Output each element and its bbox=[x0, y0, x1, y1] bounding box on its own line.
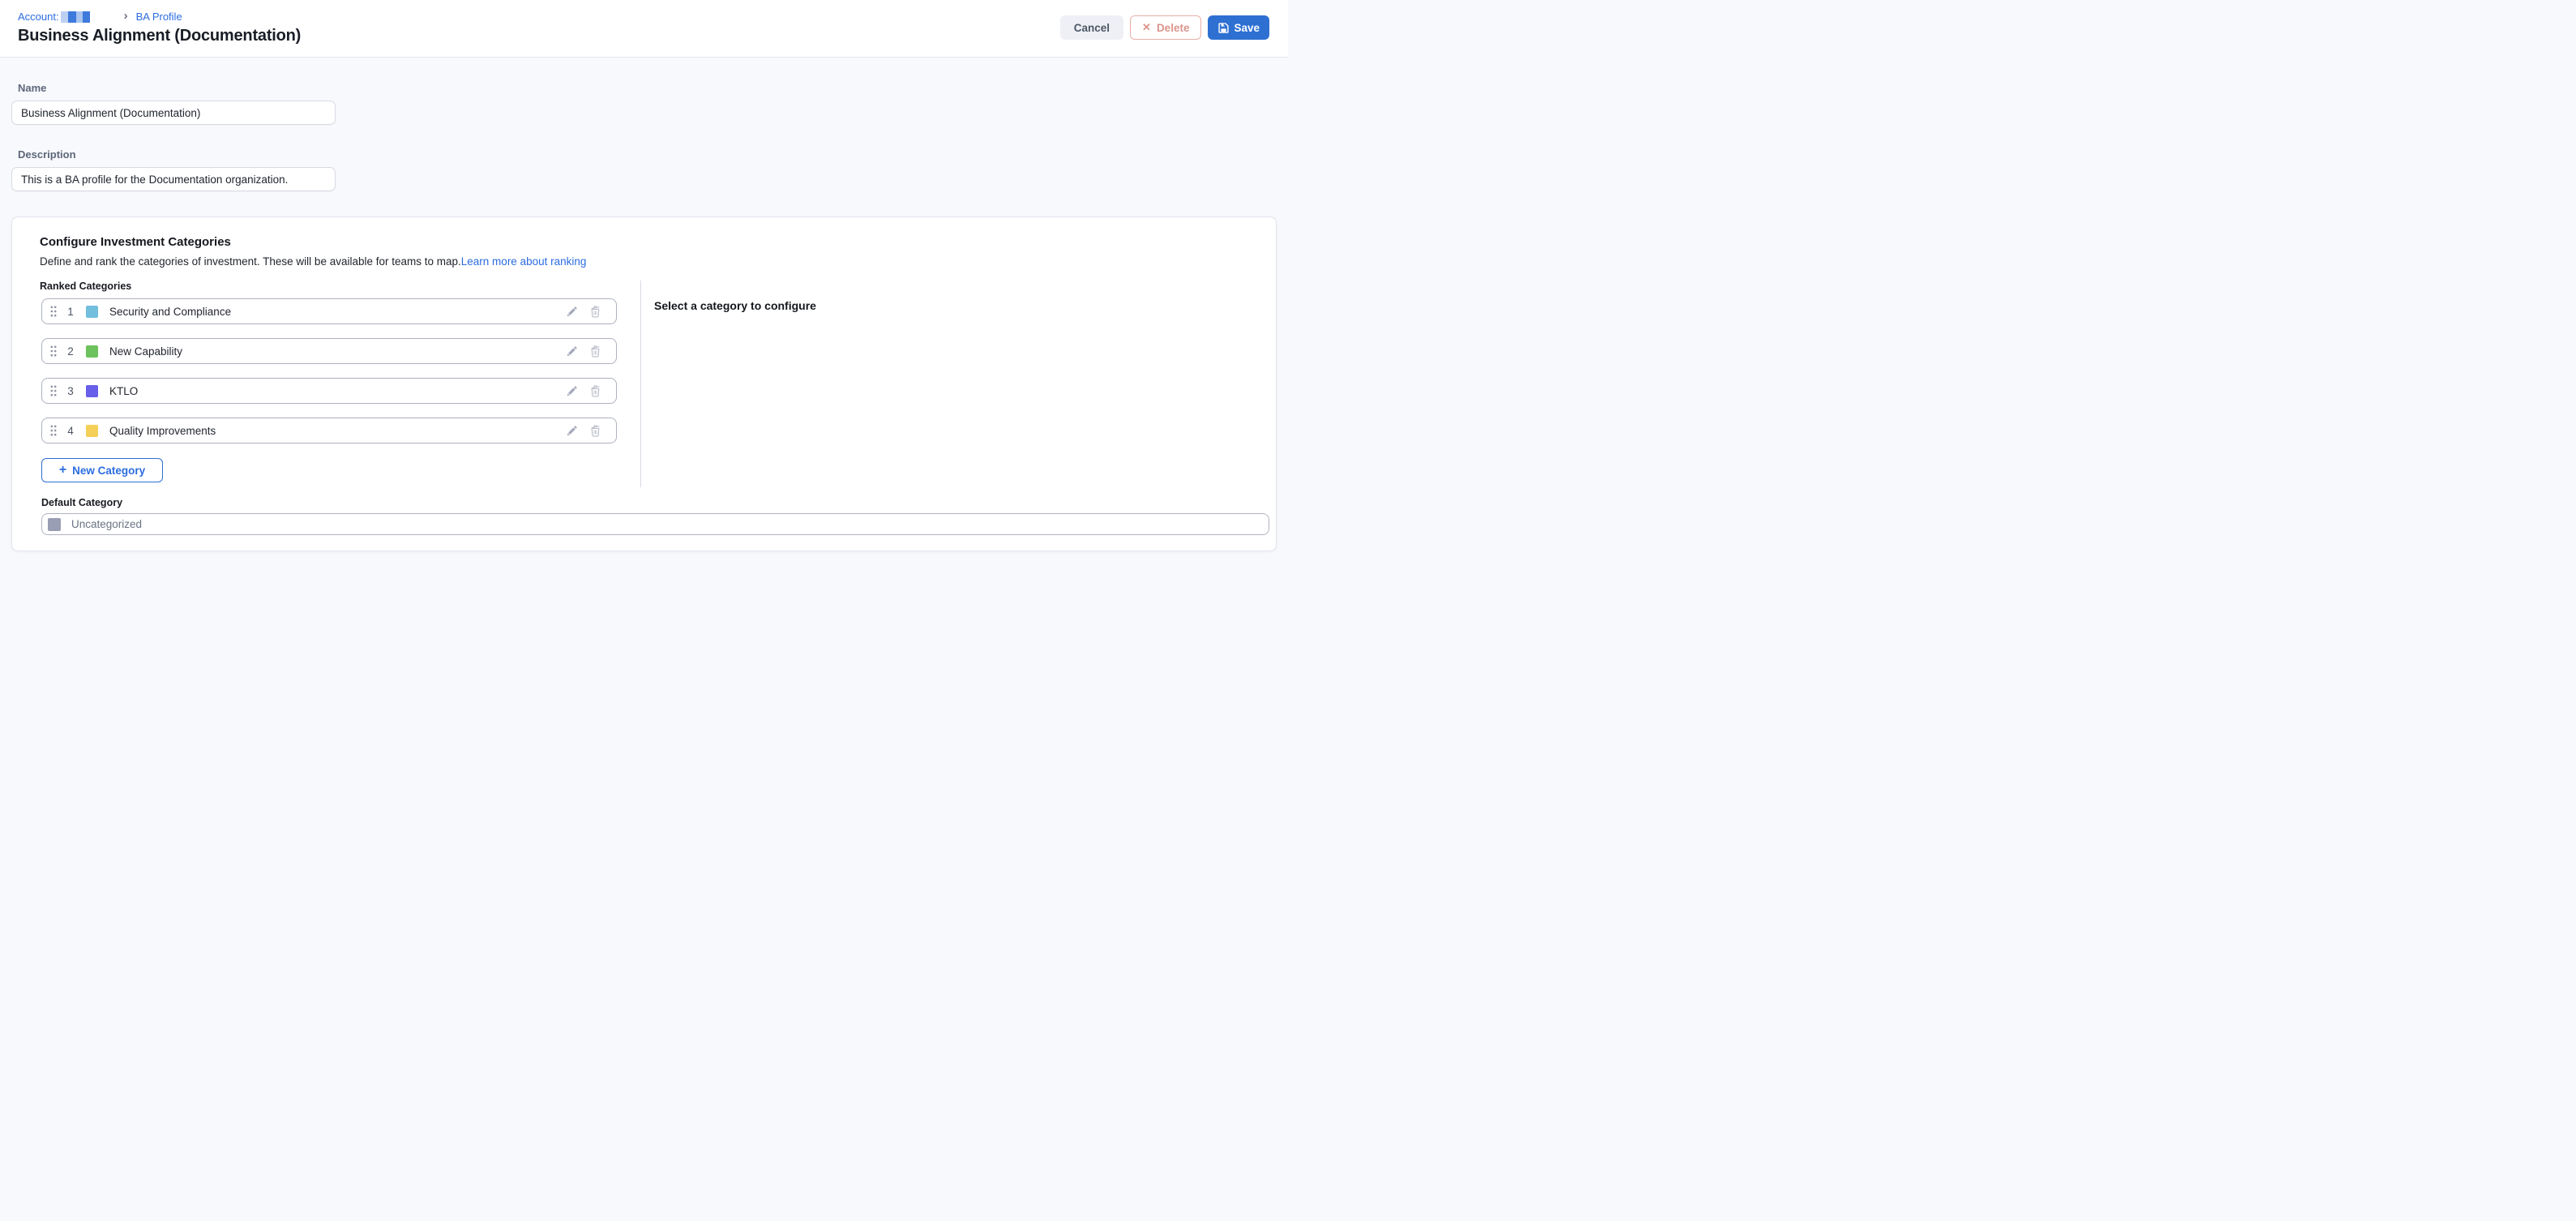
drag-handle-icon[interactable] bbox=[50, 385, 57, 396]
section-subtitle: Define and rank the categories of invest… bbox=[40, 255, 1268, 268]
category-row-actions bbox=[566, 384, 608, 397]
section-title: Configure Investment Categories bbox=[40, 235, 1268, 249]
save-button-label: Save bbox=[1234, 22, 1260, 34]
category-color-swatch bbox=[86, 385, 98, 397]
category-row-actions bbox=[566, 424, 608, 437]
edit-pencil-icon[interactable] bbox=[566, 306, 578, 318]
delete-button[interactable]: ✕ Delete bbox=[1130, 15, 1201, 40]
header-actions: Cancel ✕ Delete Save bbox=[1060, 15, 1269, 40]
plus-icon: + bbox=[59, 463, 66, 478]
drag-handle-icon[interactable] bbox=[50, 425, 57, 436]
category-list: 1 Security and Compliance 2 bbox=[41, 298, 617, 443]
default-category-label: Default Category bbox=[41, 497, 1268, 508]
new-category-button-label: New Category bbox=[72, 465, 145, 477]
section-subtitle-text: Define and rank the categories of invest… bbox=[40, 255, 461, 268]
close-icon: ✕ bbox=[1142, 21, 1151, 34]
category-row-actions bbox=[566, 305, 608, 318]
category-row[interactable]: 2 New Capability bbox=[41, 338, 617, 364]
breadcrumb: Account: › BA Profile bbox=[18, 9, 182, 24]
description-input[interactable] bbox=[11, 167, 336, 191]
category-rank: 3 bbox=[66, 385, 75, 397]
breadcrumb-ba-profile[interactable]: BA Profile bbox=[136, 11, 182, 23]
name-input[interactable] bbox=[11, 101, 336, 125]
category-name: Quality Improvements bbox=[109, 425, 216, 437]
save-floppy-icon bbox=[1217, 22, 1230, 34]
page-header: Account: › BA Profile Business Alignment… bbox=[0, 0, 1288, 58]
ba-profile-page: Account: › BA Profile Business Alignment… bbox=[0, 0, 1288, 610]
default-category-name: Uncategorized bbox=[71, 518, 142, 530]
cancel-button[interactable]: Cancel bbox=[1060, 15, 1123, 40]
category-name: Security and Compliance bbox=[109, 306, 231, 318]
breadcrumb-account-redacted bbox=[61, 11, 90, 23]
drag-handle-icon[interactable] bbox=[50, 306, 57, 317]
category-name: New Capability bbox=[109, 345, 182, 358]
description-label: Description bbox=[18, 148, 1288, 161]
delete-button-label: Delete bbox=[1157, 22, 1190, 34]
category-color-swatch bbox=[48, 518, 61, 531]
edit-pencil-icon[interactable] bbox=[566, 385, 578, 397]
investment-categories-card: Configure Investment Categories Define a… bbox=[11, 216, 1277, 551]
chevron-right-icon: › bbox=[124, 9, 128, 23]
default-category-row[interactable]: Uncategorized bbox=[41, 513, 1269, 535]
delete-trash-icon[interactable] bbox=[589, 384, 601, 397]
empty-state-text: Select a category to configure bbox=[654, 299, 816, 312]
save-button[interactable]: Save bbox=[1208, 15, 1269, 40]
category-color-swatch bbox=[86, 425, 98, 437]
category-row[interactable]: 3 KTLO bbox=[41, 378, 617, 404]
category-rank: 4 bbox=[66, 425, 75, 437]
breadcrumb-account-label[interactable]: Account: bbox=[18, 11, 59, 23]
edit-pencil-icon[interactable] bbox=[566, 425, 578, 437]
category-name: KTLO bbox=[109, 385, 138, 397]
category-color-swatch bbox=[86, 345, 98, 358]
drag-handle-icon[interactable] bbox=[50, 345, 57, 357]
ranked-categories-label: Ranked Categories bbox=[40, 281, 640, 292]
delete-trash-icon[interactable] bbox=[589, 345, 601, 358]
new-category-button[interactable]: + New Category bbox=[41, 458, 163, 482]
delete-trash-icon[interactable] bbox=[589, 424, 601, 437]
category-config-panel: Select a category to configure bbox=[641, 281, 816, 487]
category-row[interactable]: 1 Security and Compliance bbox=[41, 298, 617, 324]
category-rank: 2 bbox=[66, 345, 75, 358]
name-label: Name bbox=[18, 82, 1288, 94]
category-rank: 1 bbox=[66, 306, 75, 318]
main-content: Name Description Configure Investment Ca… bbox=[0, 58, 1288, 551]
learn-more-link[interactable]: Learn more about ranking bbox=[461, 255, 587, 268]
page-title: Business Alignment (Documentation) bbox=[18, 27, 301, 45]
edit-pencil-icon[interactable] bbox=[566, 345, 578, 358]
categories-columns: Ranked Categories 1 Security and Complia… bbox=[40, 281, 1268, 487]
category-color-swatch bbox=[86, 306, 98, 318]
delete-trash-icon[interactable] bbox=[589, 305, 601, 318]
ranked-categories-panel: Ranked Categories 1 Security and Complia… bbox=[40, 281, 641, 487]
category-row-actions bbox=[566, 345, 608, 358]
category-row[interactable]: 4 Quality Improvements bbox=[41, 418, 617, 443]
